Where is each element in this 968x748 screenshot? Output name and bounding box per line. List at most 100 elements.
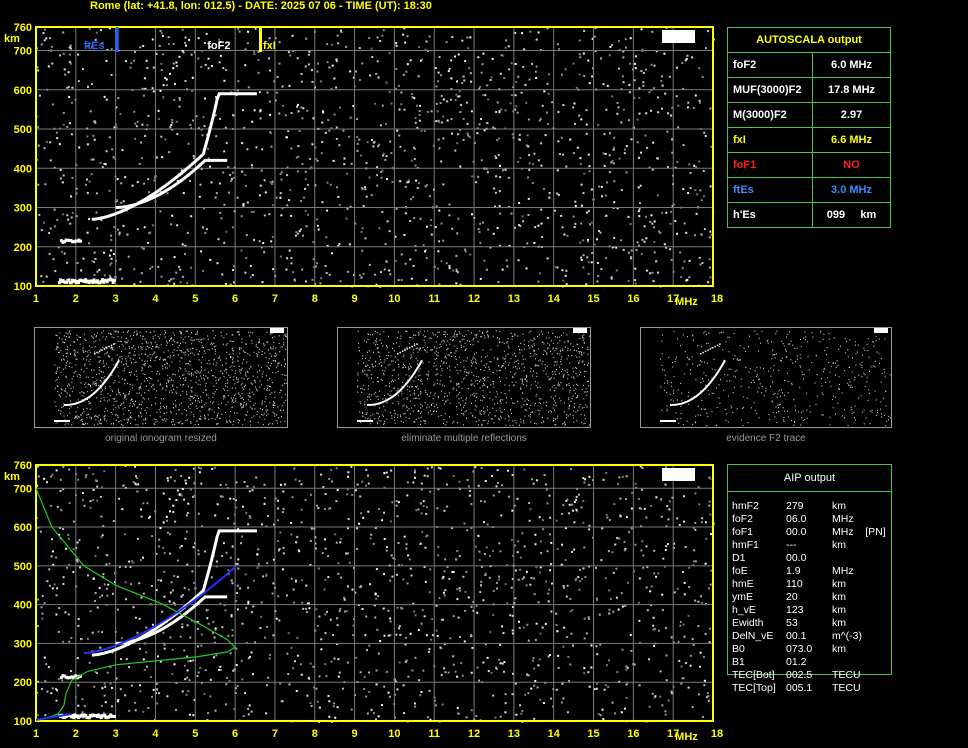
traces — [57, 38, 257, 285]
x-tick-label: 1 — [33, 728, 39, 740]
aip-label: Ewidth — [732, 617, 764, 629]
thumb-e-trace — [54, 420, 70, 422]
aip-unit: m^(-3) — [832, 630, 863, 642]
aip-value: 002.5 — [786, 669, 813, 681]
noise-dots — [36, 27, 715, 288]
autoscala-label: h'Es — [727, 202, 813, 228]
autoscala-row: ftEs 3.0 MHz — [727, 177, 891, 203]
aip-unit: km — [832, 591, 846, 603]
autoscala-value: 099 km — [812, 202, 891, 228]
aip-unit: km — [832, 604, 846, 616]
aip-value: 279 — [786, 500, 804, 512]
aip-label: D1 — [732, 552, 746, 564]
x-tick-label: 2 — [73, 293, 79, 305]
aip-value: 00.0 — [786, 552, 807, 564]
autoscala-title: AUTOSCALA output — [727, 27, 891, 53]
thumb-upper-dot — [106, 347, 108, 349]
aip-label: foE — [732, 565, 748, 577]
autoscala-panel: AUTOSCALA output foF2 6.0 MHz MUF(3000)F2 1… — [727, 27, 891, 228]
profile-curve — [35, 488, 237, 720]
corner-blob — [662, 30, 695, 43]
aip-value: 53 — [786, 617, 798, 629]
aip-value: 123 — [786, 604, 804, 616]
aip-unit: TECU — [832, 682, 861, 694]
aip-label: DelN_vE — [732, 630, 774, 642]
thumb-f2-trace-title: evidence F2 trace — [726, 433, 806, 444]
autoscala-value: 6.6 MHz — [812, 127, 891, 153]
thumb-upper-dot — [399, 351, 401, 354]
aip-value: 00.0 — [786, 526, 807, 538]
y-unit-label: km — [4, 471, 20, 483]
x-tick-label: 16 — [627, 728, 639, 740]
autoscala-label: foF1 — [727, 152, 813, 178]
x-tick-label: 11 — [428, 293, 440, 305]
x-tick-label: 18 — [711, 293, 723, 305]
autoscala-row: foF2 6.0 MHz — [727, 52, 891, 78]
thumb-upper-dot — [700, 353, 702, 355]
autoscala-row: fxI 6.6 MHz — [727, 127, 891, 153]
autoscala-label: M(3000)F2 — [727, 102, 813, 128]
aip-value: 20 — [786, 591, 798, 603]
x-tick-label: 14 — [548, 728, 561, 740]
x-tick-label: 16 — [627, 293, 639, 305]
x-tick-label: 3 — [113, 293, 119, 305]
aip-label: foF1 — [732, 526, 754, 538]
aip-value: --- — [786, 539, 797, 551]
thumb-upper-dot — [719, 343, 721, 345]
aip-label: TEC[Top] — [732, 682, 776, 694]
thumb-upper-dot — [704, 350, 707, 353]
aip-label: hmF2 — [732, 500, 759, 512]
x-tick-label: 9 — [352, 293, 358, 305]
aip-value: 00.1 — [786, 630, 807, 642]
x-tick-label: 12 — [468, 293, 480, 305]
thumb-upper-dot — [409, 347, 411, 349]
aip-label: ymE — [732, 591, 753, 603]
aip-unit: MHz — [832, 513, 854, 525]
x-tick-label: 4 — [152, 728, 159, 740]
fof2-label: foF2 — [207, 40, 230, 52]
y-tick-label: 300 — [14, 638, 32, 650]
thumb-upper-dot — [712, 347, 714, 349]
thumb-upper-dot — [98, 350, 101, 353]
x-tick-label: 3 — [113, 728, 119, 740]
thumb-corner-blob — [874, 328, 888, 333]
aip-label: hmF1 — [732, 539, 759, 551]
thumb-upper-dot — [702, 351, 704, 354]
thumb-original-title: original ionogram resized — [105, 433, 217, 444]
top-ionogram: 7607006005004003002001001 2 3 4 5 6 7 8 9 10 11 12 1… — [4, 22, 723, 308]
x-tick-label: 2 — [73, 728, 79, 740]
aip-unit: MHz [PN] — [832, 526, 886, 538]
autoscala-row: M(3000)F2 2.97 — [727, 102, 891, 128]
x-tick-label: 9 — [352, 728, 358, 740]
thumb-upper-dot — [108, 345, 110, 348]
x-tick-label: 7 — [272, 728, 278, 740]
thumb-multiple-reflections: eliminate multiple reflections — [337, 327, 591, 444]
x-tick-label: 13 — [508, 728, 520, 740]
header-title: Rome (lat: +41.8, lon: 012.5) - DATE: 20… — [90, 0, 432, 12]
x-tick-label: 11 — [428, 728, 440, 740]
thumb-f2-trace: evidence F2 trace — [640, 327, 892, 444]
thumb-upper-dot — [406, 348, 409, 350]
ftes-marker — [115, 27, 119, 52]
thumb-upper-dot — [397, 353, 399, 355]
autoscala-label: fxI — [727, 127, 813, 153]
thumb-corner-blob — [270, 328, 284, 333]
aip-label: hmE — [732, 578, 754, 590]
aip-value: 1.9 — [786, 565, 801, 577]
aip-unit: km — [832, 578, 846, 590]
x-tick-label: 13 — [508, 293, 520, 305]
y-tick-label: 200 — [14, 677, 32, 689]
bottom-ionogram: 7607006005004003002001001 2 3 4 5 6 7 8 9 10 11 12 1… — [4, 460, 723, 743]
x-tick-label: 5 — [192, 728, 198, 740]
aip-title: AIP output — [728, 465, 891, 492]
aip-label: B1 — [732, 656, 745, 668]
aip-label: foF2 — [732, 513, 754, 525]
y-tick-label: 400 — [14, 600, 32, 612]
x-unit-label: MHz — [675, 296, 698, 308]
x-unit-label: MHz — [675, 731, 698, 743]
autoscala-row: h'Es 099 km — [727, 202, 891, 228]
x-tick-label: 14 — [548, 293, 561, 305]
autoscala-label: foF2 — [727, 52, 813, 78]
aip-unit: km — [832, 539, 846, 551]
y-tick-label: 700 — [14, 483, 32, 495]
